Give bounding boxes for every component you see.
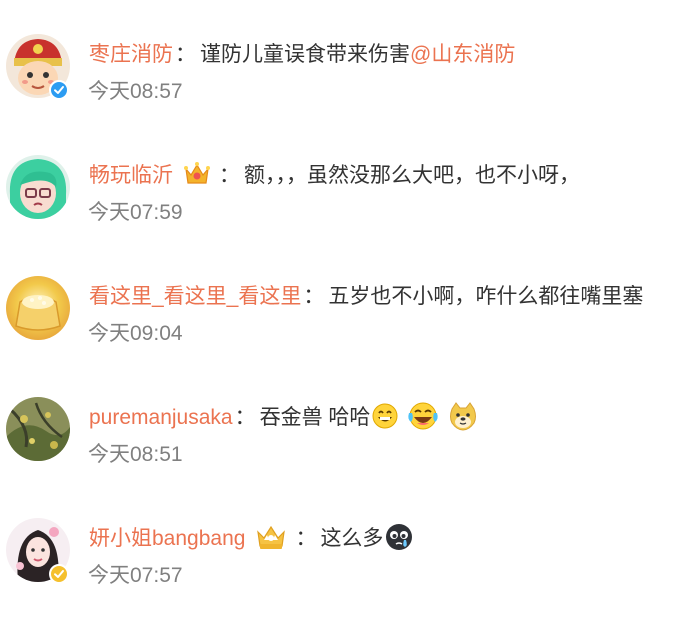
comment-text: 五岁也不小啊，咋什么都往嘴里塞	[328, 285, 644, 308]
timestamp: 今天08:57	[88, 80, 183, 103]
doge-emoji-icon	[448, 401, 478, 431]
username-link[interactable]: 枣庄消防	[89, 43, 173, 66]
avatar[interactable]	[6, 276, 70, 340]
comment-item: 枣庄消防： 谨防儿童误食带来伤害@山东消防 今天08:57	[0, 34, 697, 144]
comment-line: puremanjusaka： 吞金兽 哈哈	[89, 401, 480, 433]
mention-link[interactable]: @山东消防	[410, 43, 515, 66]
comment-line: 枣庄消防： 谨防儿童误食带来伤害@山东消防	[89, 40, 515, 70]
verified-badge-icon	[49, 564, 69, 584]
avatar[interactable]	[6, 397, 70, 461]
crying-face-emoji-icon	[385, 523, 413, 551]
comment-item: 看这里_看这里_看这里： 五岁也不小啊，咋什么都往嘴里塞 今天09:04	[0, 276, 697, 386]
comment-line: 畅玩临沂 ：额，，，虽然没那么大吧，也不小呀，	[89, 161, 580, 191]
crown-icon	[183, 161, 211, 187]
comment-list: 枣庄消防： 谨防儿童误食带来伤害@山东消防 今天08:57 畅玩临沂 ： 额，，…	[0, 0, 697, 605]
crown-icon	[255, 523, 287, 551]
comment-text: 谨防儿童误食带来伤害	[200, 43, 410, 66]
comment-text: 额，，，虽然没那么大吧，也不小呀，	[244, 164, 580, 187]
username-link[interactable]: 看这里_看这里_看这里	[89, 285, 301, 308]
timestamp: 今天08:51	[88, 443, 183, 466]
username-link[interactable]: puremanjusaka	[89, 406, 233, 429]
comment-line: 看这里_看这里_看这里： 五岁也不小啊，咋什么都往嘴里塞	[89, 282, 643, 312]
grin-emoji-icon	[372, 403, 398, 429]
timestamp: 今天07:59	[88, 201, 183, 224]
timestamp: 今天09:04	[88, 322, 183, 345]
colon: ：	[303, 285, 325, 308]
verified-badge-icon	[49, 80, 69, 100]
comment-item: puremanjusaka： 吞金兽 哈哈 今天08:51	[0, 397, 697, 507]
username-link[interactable]: 畅玩临沂	[89, 164, 173, 187]
colon: ：	[175, 43, 196, 66]
comment-text: 吞金兽 哈哈	[259, 406, 371, 429]
colon: ：	[219, 164, 240, 187]
comment-text: 这么多	[320, 527, 384, 550]
comment-item: 畅玩临沂 ：额，，，虽然没那么大吧，也不小呀， 今天07:59	[0, 155, 697, 265]
colon: ：	[295, 527, 317, 550]
laugh-cry-emoji-icon	[406, 401, 440, 431]
comment-item: 妍小姐bangbang ：这么多 今天07:57	[0, 518, 697, 628]
comment-line: 妍小姐bangbang ：这么多	[89, 524, 415, 554]
colon: ：	[234, 406, 256, 429]
timestamp: 今天07:57	[88, 564, 183, 587]
username-link[interactable]: 妍小姐bangbang	[89, 527, 245, 550]
avatar[interactable]	[6, 155, 70, 219]
